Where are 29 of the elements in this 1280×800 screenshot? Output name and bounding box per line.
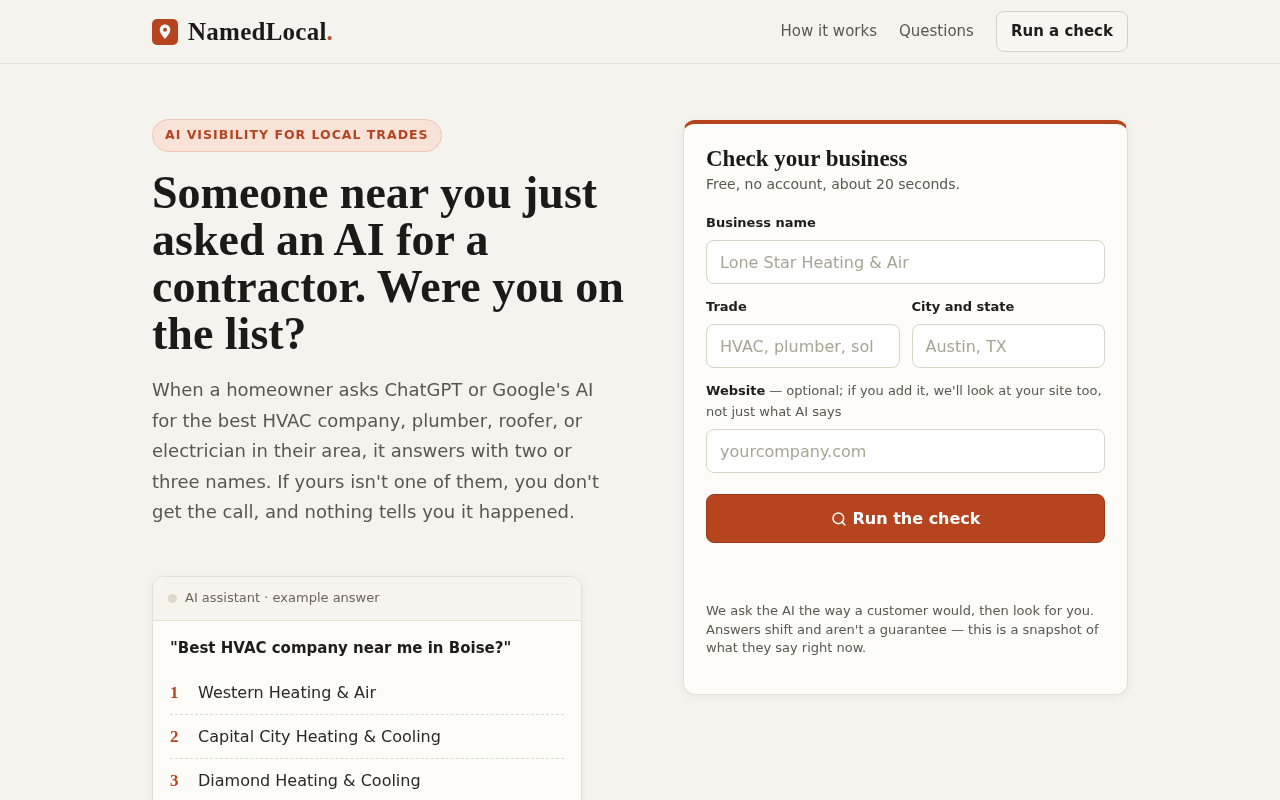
rank-number: 2: [170, 725, 180, 747]
field-label: City and state: [911, 298, 1016, 316]
disclaimer-text: We ask the AI the way a customer would, then look for you. Answers shift and aren't a guarantee — this is a snapshot of what they say right now.: [706, 602, 1100, 657]
input-field[interactable]: HVAC, plumber, sol: [706, 324, 900, 368]
nav-link[interactable]: How it works: [780, 20, 877, 43]
search-icon: [830, 510, 847, 527]
rank-number: 3: [170, 769, 180, 791]
rank-number: 1: [170, 681, 180, 703]
field-label: Business name: [706, 214, 817, 232]
form-title: Check your business: [706, 145, 909, 173]
map-pin-icon: [152, 18, 178, 45]
submit-button[interactable]: Run the check: [706, 494, 1105, 543]
input-field[interactable]: Austin, TX: [911, 324, 1105, 368]
run-check-button[interactable]: Run a check: [995, 11, 1128, 52]
input-field[interactable]: yourcompany.com: [706, 429, 1105, 473]
brand-name[interactable]: NamedLocal.: [188, 12, 334, 51]
form-subtitle: Free, no account, about 20 seconds.: [706, 175, 961, 194]
field-label: Trade: [706, 298, 748, 316]
hero-description: When a homeowner asks ChatGPT or Google's AI for the best HVAC company, plumber, roofer, or electrician in their area, it answers with two or three names. If yours isn't one of them, you don't get the call, and nothing tells you it happened.: [152, 378, 601, 524]
category-badge: AI VISIBILITY FOR LOCAL TRADES: [152, 119, 442, 152]
input-field[interactable]: Lone Star Heating & Air: [706, 240, 1105, 284]
business-name: Capital City Heating & Cooling: [198, 725, 441, 747]
example-question: "Best HVAC company near me in Boise?": [170, 637, 513, 659]
business-name: Diamond Heating & Cooling: [198, 769, 421, 791]
field-label: Website — optional; if you add it, we'll look at your site too, not just what AI says: [706, 382, 1103, 421]
hero-heading: Someone near you just asked an AI for a contractor. Were you on the list?: [152, 169, 625, 357]
card-header-text: AI assistant · example answer: [185, 589, 380, 608]
business-name: Western Heating & Air: [198, 681, 376, 703]
nav-link[interactable]: Questions: [899, 20, 974, 43]
